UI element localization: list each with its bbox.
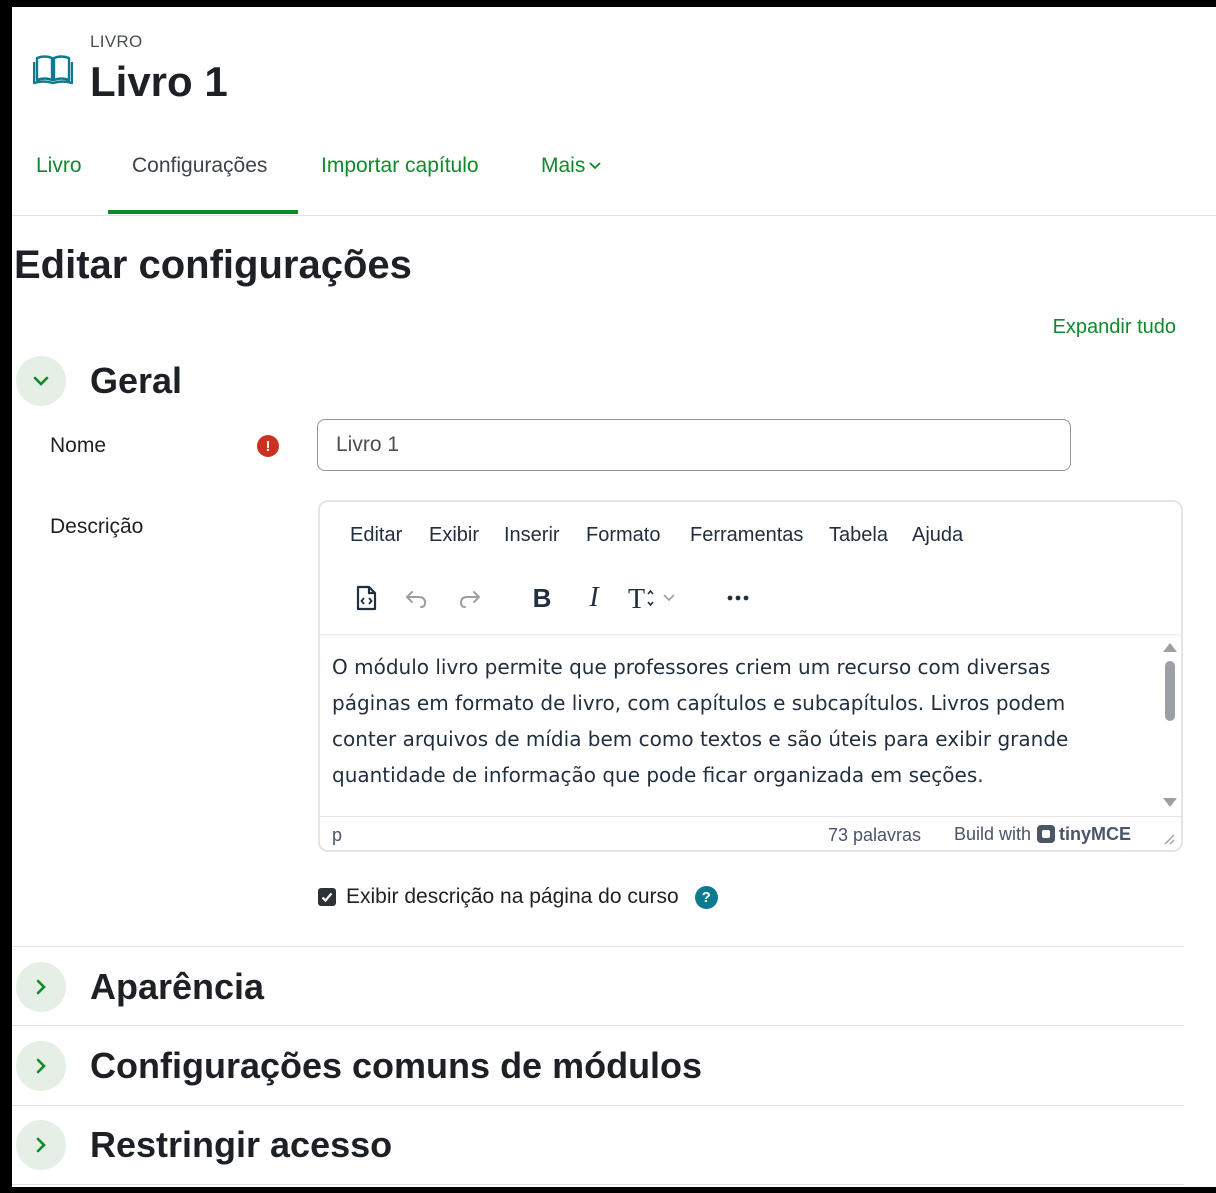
- section-title-aparencia[interactable]: Aparência: [90, 966, 264, 1008]
- editor-toolbar: B I T: [320, 564, 1181, 634]
- build-with-text: Build with: [954, 824, 1032, 844]
- module-type-label: LIVRO: [90, 32, 143, 51]
- aparencia-expand-toggle[interactable]: [16, 962, 66, 1012]
- geral-collapse-toggle[interactable]: [16, 356, 66, 406]
- svg-text:T: T: [628, 584, 645, 612]
- redo-button[interactable]: [452, 578, 488, 618]
- active-tab-indicator: [108, 210, 298, 214]
- chevron-right-icon: [36, 1137, 46, 1153]
- tab-configuracoes[interactable]: Configurações: [132, 154, 267, 178]
- chevron-right-icon: [36, 979, 46, 995]
- tab-mais[interactable]: Mais: [541, 154, 601, 178]
- word-count[interactable]: 73 palavras: [828, 825, 921, 846]
- menu-tabela[interactable]: Tabela: [829, 524, 888, 547]
- secondary-navigation: Livro Configurações Importar capítulo Ma…: [12, 140, 1216, 216]
- section-title-geral: Geral: [90, 360, 183, 401]
- editor-content-text[interactable]: O módulo livro permite que professores c…: [332, 649, 1122, 793]
- section-divider: [12, 1105, 1184, 1106]
- checkmark-icon: [321, 892, 333, 903]
- section-title-restringir[interactable]: Restringir acesso: [90, 1124, 392, 1166]
- chevron-right-icon: [36, 1058, 46, 1074]
- more-toolbar-button[interactable]: [718, 578, 758, 618]
- source-code-icon: [356, 585, 377, 611]
- tab-livro[interactable]: Livro: [36, 154, 82, 178]
- menu-exibir[interactable]: Exibir: [429, 524, 479, 547]
- tinymce-brand-name: tinyMCE: [1059, 824, 1132, 844]
- help-icon[interactable]: ?: [694, 885, 718, 909]
- font-size-icon: T: [628, 584, 675, 612]
- menu-inserir[interactable]: Inserir: [504, 524, 560, 547]
- editor-statusbar: p 73 palavras Build with tinyMCE: [320, 816, 1181, 850]
- window-border-left: [0, 0, 12, 1193]
- window-border-bottom: [0, 1187, 1216, 1193]
- chevron-down-icon: [33, 376, 49, 386]
- italic-button[interactable]: I: [576, 578, 612, 618]
- font-size-button[interactable]: T: [624, 578, 684, 618]
- menu-formato[interactable]: Formato: [586, 524, 660, 547]
- tinymce-logo-icon: [1037, 825, 1056, 843]
- show-description-checkbox[interactable]: [318, 888, 336, 906]
- name-label: Nome: [50, 434, 107, 457]
- tab-mais-label: Mais: [541, 154, 586, 177]
- scroll-down-arrow-icon[interactable]: [1163, 798, 1177, 807]
- description-editor: Editar Exibir Inserir Formato Ferramenta…: [318, 500, 1183, 852]
- editor-content-area[interactable]: O módulo livro permite que professores c…: [320, 634, 1181, 817]
- source-code-button[interactable]: [346, 578, 386, 618]
- section-divider: [12, 946, 1184, 947]
- show-description-row: Exibir descrição na página do curso ?: [318, 882, 718, 912]
- menu-editar[interactable]: Editar: [350, 524, 402, 547]
- resize-handle-icon[interactable]: [1161, 831, 1175, 845]
- menu-ajuda[interactable]: Ajuda: [912, 524, 963, 547]
- section-divider: [12, 1025, 1184, 1026]
- tinymce-branding[interactable]: Build with tinyMCE: [954, 824, 1131, 845]
- book-icon: [32, 52, 74, 86]
- bold-button[interactable]: B: [524, 578, 560, 618]
- more-horizontal-icon: [727, 595, 749, 601]
- comuns-expand-toggle[interactable]: [16, 1041, 66, 1091]
- element-path[interactable]: p: [332, 825, 342, 846]
- menu-ferramentas[interactable]: Ferramentas: [690, 524, 803, 547]
- section-title-comuns[interactable]: Configurações comuns de módulos: [90, 1045, 702, 1087]
- editor-scrollbar[interactable]: [1159, 635, 1181, 817]
- page-title: Livro 1: [90, 58, 228, 105]
- italic-icon: I: [589, 582, 599, 613]
- tab-importar-capitulo[interactable]: Importar capítulo: [321, 154, 479, 178]
- show-description-label[interactable]: Exibir descrição na página do curso: [346, 885, 679, 909]
- section-divider: [12, 1184, 1184, 1185]
- expand-all-link[interactable]: Expandir tudo: [1053, 316, 1176, 339]
- description-label: Descrição: [50, 515, 144, 538]
- scroll-thumb[interactable]: [1165, 661, 1175, 721]
- window-border-top: [0, 0, 1216, 7]
- required-icon: !: [257, 435, 279, 457]
- scroll-up-arrow-icon[interactable]: [1163, 643, 1177, 652]
- name-input[interactable]: [317, 419, 1071, 471]
- restringir-expand-toggle[interactable]: [16, 1120, 66, 1170]
- bold-icon: B: [532, 582, 552, 613]
- chevron-down-icon: [589, 157, 601, 173]
- redo-icon: [459, 591, 481, 608]
- undo-icon: [405, 591, 427, 608]
- undo-button[interactable]: [398, 578, 434, 618]
- page-heading: Editar configurações: [14, 243, 412, 287]
